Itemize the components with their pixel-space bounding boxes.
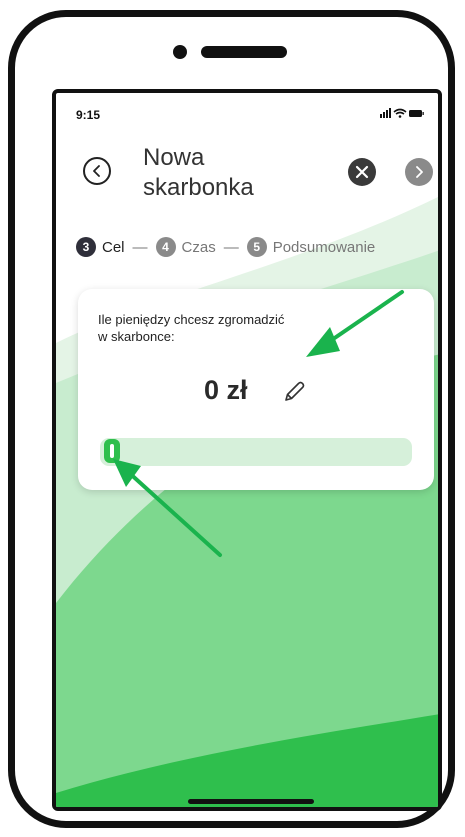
page-title: Nowa skarbonka: [143, 143, 283, 203]
step-label-cel: Cel: [102, 238, 125, 256]
close-button[interactable]: [348, 158, 376, 186]
goal-question-line-1: Ile pieniędzy chcesz zgromadzić: [98, 312, 285, 327]
chevron-right-icon: [416, 166, 423, 178]
edit-pencil-icon[interactable]: [281, 379, 307, 405]
signal-icon: [380, 108, 391, 118]
next-button[interactable]: [405, 158, 433, 186]
battery-icon: [409, 110, 424, 117]
phone-frame: 9:15 Nowa skarbonka 3 Cel — 4 Czas — 5 P…: [8, 10, 455, 828]
step-label-czas: Czas: [181, 238, 216, 256]
step-number-5: 5: [246, 237, 267, 257]
step-number-4: 4: [155, 237, 176, 257]
step-separator: —: [132, 238, 148, 256]
goal-question-line-2: w skarbonce:: [98, 329, 175, 344]
amount-slider-thumb[interactable]: [104, 439, 120, 463]
back-icon: [93, 165, 100, 177]
step-label-podsumowanie: Podsumowanie: [272, 238, 376, 256]
back-button[interactable]: [83, 157, 111, 185]
goal-amount: 0 zł: [204, 375, 248, 405]
wifi-icon: [393, 108, 407, 118]
title-line-1: Nowa: [143, 144, 205, 171]
step-separator: —: [223, 238, 239, 256]
savings-goal-card: Ile pieniędzy chcesz zgromadzić w skarbo…: [78, 289, 434, 490]
amount-slider-track[interactable]: [100, 438, 412, 466]
status-icons: [380, 108, 424, 118]
speaker-grille: [201, 46, 287, 58]
title-line-2: skarbonka: [143, 174, 254, 201]
goal-question: Ile pieniędzy chcesz zgromadzić w skarbo…: [98, 311, 318, 345]
status-time: 9:15: [76, 108, 101, 122]
front-camera: [173, 45, 187, 59]
app-screen: 9:15 Nowa skarbonka 3 Cel — 4 Czas — 5 P…: [52, 89, 442, 811]
step-indicator: 3 Cel — 4 Czas — 5 Podsumowanie: [76, 237, 375, 257]
home-indicator: [188, 799, 314, 804]
step-number-3: 3: [76, 237, 96, 257]
close-icon: [355, 165, 369, 179]
